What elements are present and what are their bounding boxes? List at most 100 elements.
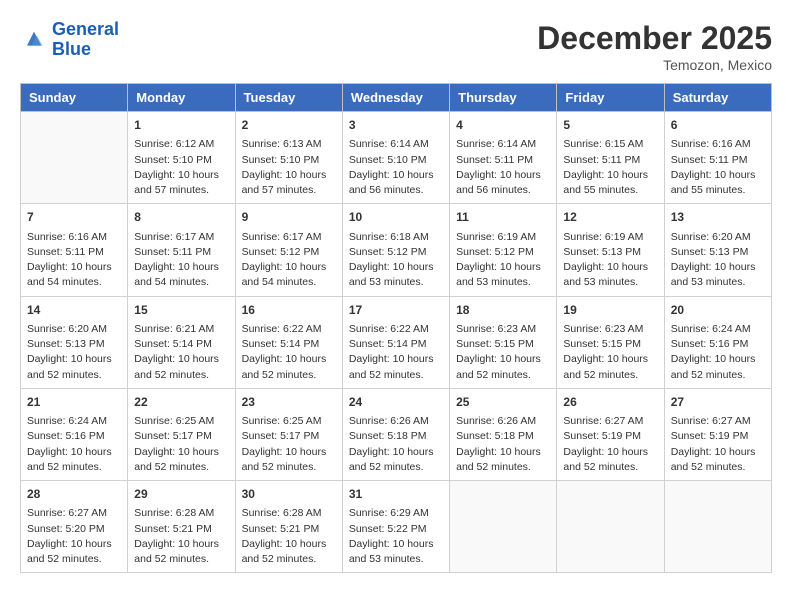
calendar-cell: 31Sunrise: 6:29 AMSunset: 5:22 PMDayligh…: [342, 481, 449, 573]
daylight-text: Daylight: 10 hours and 57 minutes.: [242, 169, 327, 196]
daylight-text: Daylight: 10 hours and 54 minutes.: [242, 261, 327, 288]
daylight-text: Daylight: 10 hours and 56 minutes.: [349, 169, 434, 196]
sunset-text: Sunset: 5:18 PM: [456, 430, 534, 442]
calendar-cell: 14Sunrise: 6:20 AMSunset: 5:13 PMDayligh…: [21, 296, 128, 388]
daylight-text: Daylight: 10 hours and 52 minutes.: [134, 446, 219, 473]
day-number: 19: [563, 302, 657, 319]
sunrise-text: Sunrise: 6:27 AM: [671, 415, 751, 427]
day-number: 22: [134, 394, 228, 411]
title-block: December 2025 Temozon, Mexico: [537, 20, 772, 73]
calendar-cell: 16Sunrise: 6:22 AMSunset: 5:14 PMDayligh…: [235, 296, 342, 388]
daylight-text: Daylight: 10 hours and 52 minutes.: [563, 446, 648, 473]
sunset-text: Sunset: 5:13 PM: [671, 246, 749, 258]
logo-icon: [20, 26, 48, 54]
sunset-text: Sunset: 5:12 PM: [349, 246, 427, 258]
day-number: 31: [349, 486, 443, 503]
day-number: 23: [242, 394, 336, 411]
calendar-week-row: 14 Sunrise: 6:20 AM Sunset: 5:13 PM Dayligh…: [21, 296, 772, 388]
calendar-cell: 24Sunrise: 6:26 AMSunset: 5:18 PMDayligh…: [342, 388, 449, 480]
calendar-cell: 22 Sunrise: 6:25 AM Sunset: 5:17 PM Dayligh…: [128, 388, 235, 480]
calendar-cell: 7Sunrise: 6:16 AMSunset: 5:11 PMDaylight…: [21, 204, 128, 296]
sunset-text: Sunset: 5:15 PM: [456, 338, 534, 350]
sunrise-text: Sunrise: 6:18 AM: [349, 231, 429, 243]
month-title: December 2025: [537, 20, 772, 57]
daylight-text: Daylight: 10 hours and 52 minutes.: [563, 353, 648, 380]
calendar-cell: 15Sunrise: 6:21 AMSunset: 5:14 PMDayligh…: [128, 296, 235, 388]
column-header-monday: Monday: [128, 84, 235, 112]
sunrise-text: Sunrise: 6:16 AM: [27, 231, 107, 243]
daylight-text: Daylight: 10 hours and 52 minutes.: [242, 538, 327, 565]
daylight-text: Daylight: 10 hours and 52 minutes.: [27, 446, 112, 473]
day-number: 3: [349, 117, 443, 134]
sunset-text: Sunset: 5:10 PM: [134, 154, 212, 166]
sunset-text: Sunset: 5:19 PM: [671, 430, 749, 442]
calendar-cell: 5Sunrise: 6:15 AMSunset: 5:11 PMDaylight…: [557, 112, 664, 204]
sunrise-text: Sunrise: 6:14 AM: [456, 138, 536, 150]
sunset-text: Sunset: 5:14 PM: [349, 338, 427, 350]
sunrise-text: Sunrise: 6:28 AM: [134, 507, 214, 519]
sunrise-text: Sunrise: 6:16 AM: [671, 138, 751, 150]
column-header-thursday: Thursday: [450, 84, 557, 112]
daylight-text: Daylight: 10 hours and 52 minutes.: [671, 446, 756, 473]
sunrise-text: Sunrise: 6:13 AM: [242, 138, 322, 150]
sunset-text: Sunset: 5:14 PM: [242, 338, 320, 350]
sunset-text: Sunset: 5:14 PM: [134, 338, 212, 350]
calendar-cell: 27 Sunrise: 6:27 AM Sunset: 5:19 PM Dayligh…: [664, 388, 771, 480]
daylight-text: Daylight: 10 hours and 53 minutes.: [349, 538, 434, 565]
calendar-cell: 4Sunrise: 6:14 AMSunset: 5:11 PMDaylight…: [450, 112, 557, 204]
sunrise-text: Sunrise: 6:22 AM: [349, 323, 429, 335]
sunset-text: Sunset: 5:19 PM: [563, 430, 641, 442]
calendar-header-row: SundayMondayTuesdayWednesdayThursdayFrid…: [21, 84, 772, 112]
sunset-text: Sunset: 5:11 PM: [134, 246, 211, 258]
calendar-cell: 23Sunrise: 6:25 AMSunset: 5:17 PMDayligh…: [235, 388, 342, 480]
day-number: 5: [563, 117, 657, 134]
sunrise-text: Sunrise: 6:20 AM: [27, 323, 107, 335]
daylight-text: Daylight: 10 hours and 53 minutes.: [563, 261, 648, 288]
calendar-cell: [664, 481, 771, 573]
day-number: 10: [349, 209, 443, 226]
day-number: 9: [242, 209, 336, 226]
sunset-text: Sunset: 5:17 PM: [242, 430, 320, 442]
column-header-tuesday: Tuesday: [235, 84, 342, 112]
sunrise-text: Sunrise: 6:27 AM: [563, 415, 643, 427]
sunset-text: Sunset: 5:17 PM: [134, 430, 212, 442]
calendar-cell: [21, 112, 128, 204]
day-number: 27: [671, 394, 765, 411]
calendar-cell: 10 Sunrise: 6:18 AM Sunset: 5:12 PM Dayligh…: [342, 204, 449, 296]
daylight-text: Daylight: 10 hours and 54 minutes.: [134, 261, 219, 288]
daylight-text: Daylight: 10 hours and 52 minutes.: [242, 446, 327, 473]
daylight-text: Daylight: 10 hours and 53 minutes.: [349, 261, 434, 288]
calendar-week-row: 7Sunrise: 6:16 AMSunset: 5:11 PMDaylight…: [21, 204, 772, 296]
sunset-text: Sunset: 5:10 PM: [349, 154, 427, 166]
day-number: 20: [671, 302, 765, 319]
page-header: General Blue December 2025 Temozon, Mexi…: [20, 20, 772, 73]
sunset-text: Sunset: 5:13 PM: [27, 338, 105, 350]
day-number: 8: [134, 209, 228, 226]
sunset-text: Sunset: 5:15 PM: [563, 338, 641, 350]
location-subtitle: Temozon, Mexico: [537, 57, 772, 73]
sunrise-text: Sunrise: 6:27 AM: [27, 507, 107, 519]
sunrise-text: Sunrise: 6:24 AM: [671, 323, 751, 335]
calendar-cell: 25Sunrise: 6:26 AMSunset: 5:18 PMDayligh…: [450, 388, 557, 480]
sunrise-text: Sunrise: 6:19 AM: [456, 231, 536, 243]
daylight-text: Daylight: 10 hours and 52 minutes.: [134, 353, 219, 380]
sunrise-text: Sunrise: 6:23 AM: [456, 323, 536, 335]
sunrise-text: Sunrise: 6:19 AM: [563, 231, 643, 243]
day-number: 25: [456, 394, 550, 411]
calendar-week-row: 1Sunrise: 6:12 AMSunset: 5:10 PMDaylight…: [21, 112, 772, 204]
day-number: 14: [27, 302, 121, 319]
sunset-text: Sunset: 5:16 PM: [27, 430, 105, 442]
day-number: 24: [349, 394, 443, 411]
calendar-cell: 8Sunrise: 6:17 AMSunset: 5:11 PMDaylight…: [128, 204, 235, 296]
logo: General Blue: [20, 20, 119, 60]
calendar-cell: 20Sunrise: 6:24 AMSunset: 5:16 PMDayligh…: [664, 296, 771, 388]
calendar-cell: 28Sunrise: 6:27 AMSunset: 5:20 PMDayligh…: [21, 481, 128, 573]
calendar-cell: [557, 481, 664, 573]
sunrise-text: Sunrise: 6:17 AM: [242, 231, 322, 243]
calendar-cell: 1Sunrise: 6:12 AMSunset: 5:10 PMDaylight…: [128, 112, 235, 204]
calendar-cell: 9Sunrise: 6:17 AMSunset: 5:12 PMDaylight…: [235, 204, 342, 296]
sunrise-text: Sunrise: 6:25 AM: [134, 415, 214, 427]
day-number: 12: [563, 209, 657, 226]
daylight-text: Daylight: 10 hours and 52 minutes.: [671, 353, 756, 380]
calendar-cell: 30Sunrise: 6:28 AMSunset: 5:21 PMDayligh…: [235, 481, 342, 573]
